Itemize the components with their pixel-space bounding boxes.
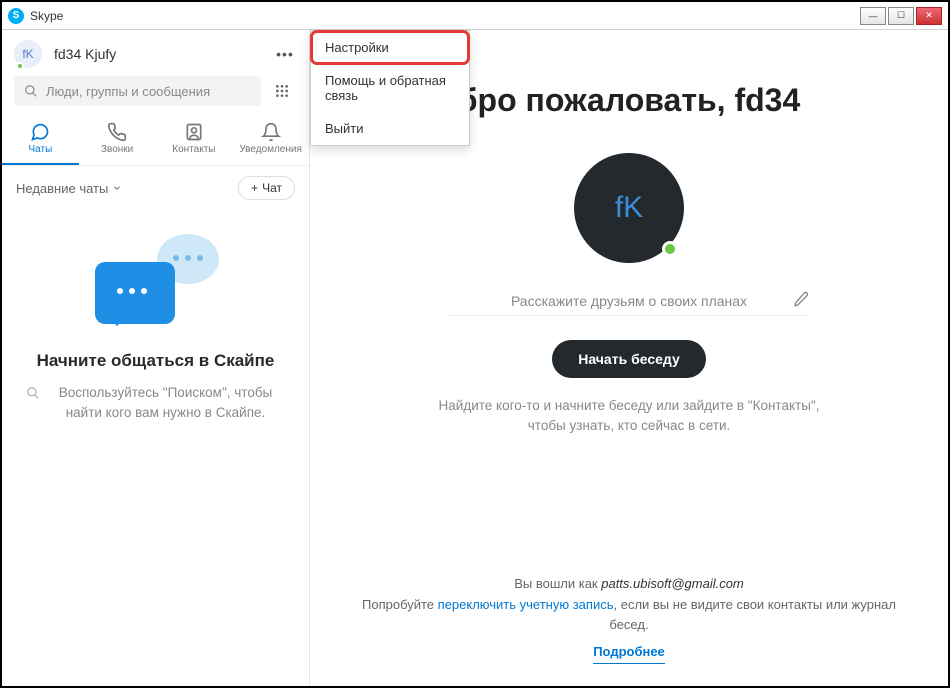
- presence-indicator-icon: [662, 241, 678, 257]
- search-placeholder: Люди, группы и сообщения: [46, 84, 210, 99]
- tab-label: Чаты: [28, 144, 52, 155]
- user-display-name[interactable]: fd34 Kjufy: [54, 46, 273, 62]
- tab-contacts[interactable]: Контакты: [156, 116, 233, 165]
- more-dropdown-menu: Настройки Помощь и обратная связь Выйти: [310, 30, 470, 146]
- empty-chat-state: Начните общаться в Скайпе Воспользуйтесь…: [2, 210, 309, 686]
- window-title: Skype: [30, 9, 858, 23]
- search-icon: [26, 386, 40, 400]
- status-input[interactable]: Расскажите друзьям о своих планах: [449, 293, 809, 316]
- sidebar: fK fd34 Kjufy ••• Люди, группы и сообщен…: [2, 30, 310, 686]
- tab-label: Звонки: [101, 144, 133, 155]
- dialpad-icon: [274, 83, 290, 99]
- status-placeholder: Расскажите друзьям о своих планах: [511, 293, 747, 309]
- more-menu-button[interactable]: •••: [273, 46, 297, 62]
- close-button[interactable]: ✕: [916, 7, 942, 25]
- menu-item-signout[interactable]: Выйти: [311, 112, 469, 145]
- profile-avatar[interactable]: fK: [574, 153, 684, 263]
- contacts-icon: [184, 122, 204, 142]
- recent-chats-filter[interactable]: Недавние чаты: [16, 181, 122, 196]
- window-titlebar: S Skype — ☐ ✕: [2, 2, 948, 30]
- new-chat-button[interactable]: + Чат: [238, 176, 295, 200]
- learn-more-link[interactable]: Подробнее: [593, 642, 665, 664]
- chat-icon: [30, 122, 50, 142]
- dialpad-button[interactable]: [267, 76, 297, 106]
- presence-indicator-icon: [16, 62, 24, 70]
- phone-icon: [107, 122, 127, 142]
- tab-chats[interactable]: Чаты: [2, 116, 79, 165]
- footer: Вы вошли как patts.ubisoft@gmail.com Поп…: [310, 574, 948, 664]
- skype-logo-icon: S: [8, 8, 24, 24]
- tab-calls[interactable]: Звонки: [79, 116, 156, 165]
- search-icon: [24, 84, 38, 98]
- user-header: fK fd34 Kjufy •••: [2, 30, 309, 76]
- chevron-down-icon: [112, 183, 122, 193]
- plus-icon: +: [251, 181, 258, 195]
- menu-item-settings[interactable]: Настройки: [311, 31, 469, 64]
- signed-in-email: patts.ubisoft@gmail.com: [601, 576, 744, 591]
- empty-subtitle: Воспользуйтесь "Поиском", чтобы найти ко…: [46, 383, 285, 424]
- menu-item-help[interactable]: Помощь и обратная связь: [311, 64, 469, 112]
- avatar-initials: fK: [22, 47, 33, 61]
- user-avatar[interactable]: fK: [14, 40, 42, 68]
- switch-account-link[interactable]: переключить учетную запись: [438, 597, 614, 612]
- tab-label: Уведомления: [239, 144, 302, 155]
- minimize-button[interactable]: —: [860, 7, 886, 25]
- bell-icon: [261, 122, 281, 142]
- chat-illustration-icon: [81, 228, 231, 338]
- main-hint: Найдите кого-то и начните беседу или зай…: [419, 396, 839, 437]
- welcome-heading: бро пожаловать, fd34: [458, 82, 801, 119]
- tab-notifications[interactable]: Уведомления: [232, 116, 309, 165]
- maximize-button[interactable]: ☐: [888, 7, 914, 25]
- nav-tabs: Чаты Звонки Контакты Уведомления: [2, 116, 309, 166]
- tab-label: Контакты: [172, 144, 215, 155]
- avatar-initials: fK: [615, 191, 643, 225]
- edit-icon[interactable]: [793, 291, 809, 312]
- search-input[interactable]: Люди, группы и сообщения: [14, 76, 261, 106]
- empty-title: Начните общаться в Скайпе: [37, 350, 275, 373]
- start-conversation-button[interactable]: Начать беседу: [552, 340, 705, 378]
